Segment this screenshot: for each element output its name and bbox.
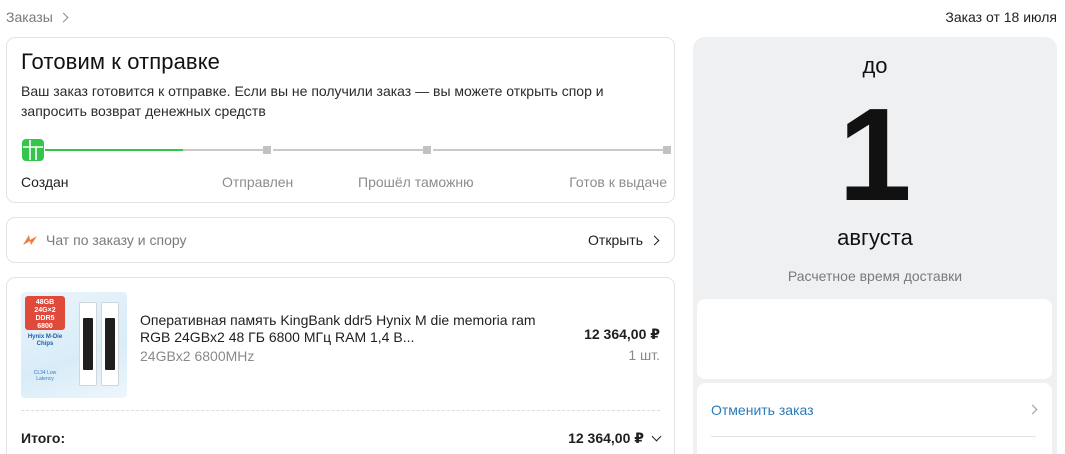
chat-bolt-icon bbox=[23, 235, 37, 245]
order-date: Заказ от 18 июля bbox=[945, 9, 1057, 25]
product-title[interactable]: Оперативная память KingBank ddr5 Hynix M… bbox=[140, 312, 550, 346]
progress-line-pending bbox=[433, 149, 663, 151]
total-toggle[interactable]: 12 364,00 ₽ bbox=[568, 430, 662, 447]
delivery-prefix: до bbox=[862, 53, 888, 78]
product-image-tag: CL34 Low Latency bbox=[33, 370, 57, 382]
delivery-estimate-panel: до 1 августа Расчетное время доставки От… bbox=[693, 37, 1057, 454]
progress-line-pending bbox=[273, 149, 423, 151]
delivery-month: августа bbox=[837, 225, 913, 250]
chat-label-group: Чат по заказу и спору bbox=[21, 232, 187, 248]
product-quantity: 1 шт. bbox=[628, 347, 660, 363]
open-chat-button[interactable]: Открыть bbox=[588, 232, 660, 248]
box-icon bbox=[22, 139, 44, 161]
step-marker-shipped bbox=[263, 146, 271, 154]
progress-line-done bbox=[45, 149, 183, 151]
breadcrumb-orders-link[interactable]: Заказы bbox=[6, 9, 53, 25]
ram-stick-graphic bbox=[105, 318, 115, 370]
cancel-order-button[interactable]: Отменить заказ bbox=[711, 383, 1038, 437]
order-actions: Отменить заказ bbox=[697, 383, 1052, 454]
total-label: Итого: bbox=[21, 430, 66, 446]
product-image-badge: 48GB 24G×2 DDR5 6800 bbox=[25, 296, 65, 330]
cancel-order-label: Отменить заказ bbox=[711, 401, 814, 418]
progress-line-pending bbox=[183, 149, 263, 151]
delivery-info-box bbox=[697, 299, 1052, 379]
ram-stick-graphic bbox=[83, 318, 93, 370]
product-image[interactable]: 48GB 24G×2 DDR5 6800 Hynix M-Die Chips C… bbox=[21, 292, 127, 398]
product-variant: 24GBx2 6800MHz bbox=[140, 348, 255, 364]
step-label-ready: Готов к выдаче bbox=[569, 174, 667, 190]
step-label-created: Создан bbox=[21, 174, 69, 190]
delivery-caption: Расчетное время доставки bbox=[787, 268, 963, 284]
step-marker-ready bbox=[663, 146, 671, 154]
breadcrumb[interactable]: Заказы bbox=[6, 9, 69, 25]
total-value: 12 364,00 ₽ bbox=[568, 430, 644, 446]
status-title: Готовим к отправке bbox=[21, 49, 221, 74]
order-details-page: Заказы Заказ от 18 июля Готовим к отправ… bbox=[0, 0, 1065, 454]
delivery-day: 1 bbox=[838, 81, 912, 228]
chevron-down-icon bbox=[651, 431, 662, 442]
order-status-card: Готовим к отправке Ваш заказ готовится к… bbox=[6, 37, 675, 203]
chat-label: Чат по заказу и спору bbox=[46, 232, 187, 248]
step-label-customs: Прошёл таможню bbox=[358, 174, 474, 190]
delivery-progress-track bbox=[21, 138, 671, 162]
status-description: Ваш заказ готовится к отправке. Если вы … bbox=[21, 83, 604, 119]
product-price: 12 364,00 ₽ bbox=[584, 326, 660, 342]
chevron-right-icon bbox=[1027, 404, 1038, 415]
chevron-right-icon bbox=[649, 235, 660, 245]
top-bar: Заказы Заказ от 18 июля bbox=[6, 7, 1057, 27]
progress-step-labels: Создан Отправлен Прошёл таможню Готов к … bbox=[21, 174, 667, 192]
order-items-card: 48GB 24G×2 DDR5 6800 Hynix M-Die Chips C… bbox=[6, 277, 675, 454]
open-chat-label: Открыть bbox=[588, 232, 643, 248]
divider bbox=[21, 410, 660, 411]
chevron-right-icon bbox=[58, 12, 69, 23]
order-chat-card[interactable]: Чат по заказу и спору Открыть bbox=[6, 217, 675, 263]
product-image-chip-text: Hynix M-Die Chips bbox=[27, 334, 63, 347]
step-label-shipped: Отправлен bbox=[222, 174, 294, 190]
step-marker-customs bbox=[423, 146, 431, 154]
